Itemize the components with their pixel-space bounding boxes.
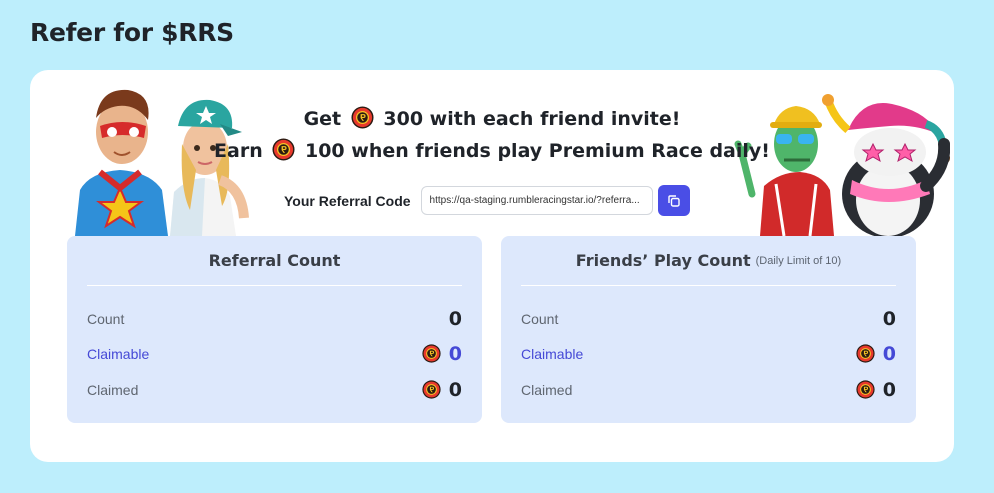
panel-title: Referral Count [208, 251, 341, 270]
claimable-label[interactable]: Claimable [87, 346, 149, 362]
friends-play-count-panel: Friends’ Play Count (Daily Limit of 10) … [501, 236, 916, 423]
headline-daily-reward: Earn 100 when friends play Premium Race … [30, 140, 954, 163]
count-row: Count 0 [521, 307, 896, 331]
claimable-value: 0 [882, 343, 896, 365]
referral-count-panel: Referral Count Count 0 Claimable 0 Claim… [67, 236, 482, 423]
claimed-row: Claimed 0 [521, 378, 896, 402]
claimable-row[interactable]: Claimable 0 [87, 342, 462, 366]
referral-card: Get 300 with each friend invite! Earn 10… [30, 70, 954, 462]
claimable-value: 0 [448, 343, 462, 365]
claimed-amount: 0 [856, 379, 896, 401]
rrs-coin-icon [856, 344, 875, 363]
copy-icon [667, 194, 680, 207]
page-title: Refer for $RRS [30, 18, 234, 47]
claimable-amount: 0 [422, 343, 462, 365]
headline-daily-prefix: Earn [214, 140, 263, 162]
rrs-coin-icon [272, 138, 295, 161]
claimable-label[interactable]: Claimable [521, 346, 583, 362]
headline-invite-prefix: Get [303, 108, 342, 130]
headline-daily-suffix: 100 when friends play Premium Race daily… [304, 140, 770, 162]
panel-header: Friends’ Play Count (Daily Limit of 10) [521, 236, 896, 286]
claimed-value: 0 [882, 379, 896, 401]
referral-code-input[interactable] [420, 186, 653, 215]
copy-referral-button[interactable] [657, 185, 690, 216]
rrs-coin-icon [351, 106, 374, 129]
rrs-coin-icon [422, 344, 441, 363]
claimed-value: 0 [448, 379, 462, 401]
panel-header: Referral Count [87, 236, 462, 286]
referral-code-row: Your Referral Code [284, 184, 690, 217]
count-label: Count [521, 311, 559, 327]
rrs-coin-icon [856, 380, 875, 399]
claimed-amount: 0 [422, 379, 462, 401]
panel-subtitle: (Daily Limit of 10) [755, 254, 842, 267]
panel-title: Friends’ Play Count [575, 251, 751, 270]
count-value: 0 [882, 308, 896, 330]
rrs-coin-icon [422, 380, 441, 399]
headline-invite-reward: Get 300 with each friend invite! [30, 108, 954, 131]
count-label: Count [87, 311, 125, 327]
count-row: Count 0 [87, 307, 462, 331]
referral-code-label: Your Referral Code [284, 192, 411, 209]
claimable-amount: 0 [856, 343, 896, 365]
claimable-row[interactable]: Claimable 0 [521, 342, 896, 366]
claimed-label: Claimed [87, 382, 139, 398]
count-value: 0 [448, 308, 462, 330]
claimed-row: Claimed 0 [87, 378, 462, 402]
claimed-label: Claimed [521, 382, 573, 398]
headline-invite-suffix: 300 with each friend invite! [383, 108, 681, 130]
